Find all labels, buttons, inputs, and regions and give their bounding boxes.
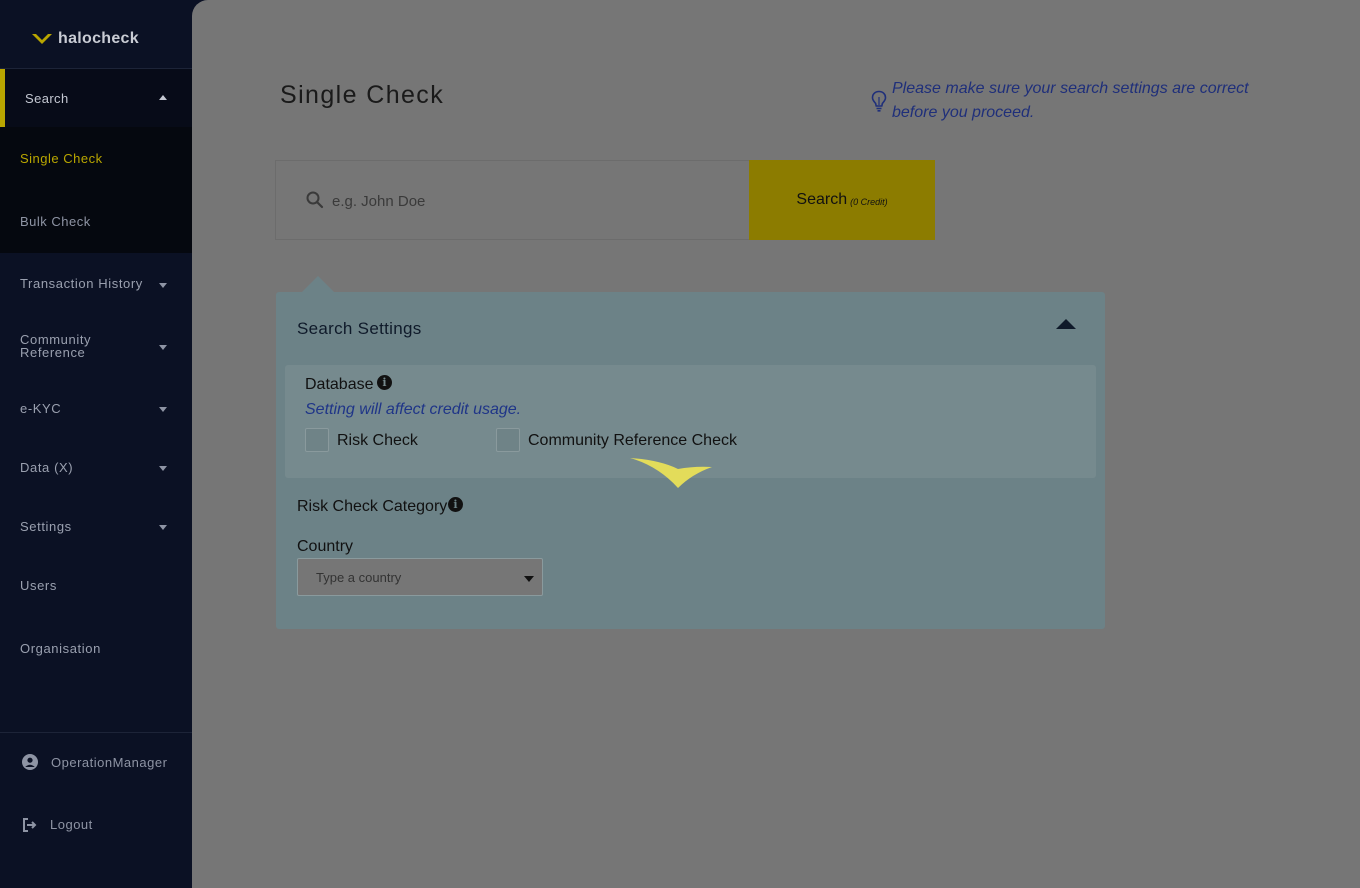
country-select[interactable]: Type a country xyxy=(297,558,543,596)
community-reference-check-checkbox[interactable] xyxy=(496,428,520,452)
logout-label: Logout xyxy=(50,817,93,832)
sidebar-item-label: Search xyxy=(25,91,69,106)
lightbulb-icon xyxy=(871,90,887,112)
sidebar-item-users[interactable]: Users xyxy=(20,579,57,592)
database-label: Database xyxy=(305,376,374,393)
logout-icon xyxy=(23,817,37,832)
sidebar-item-ekyc[interactable]: e-KYC xyxy=(20,402,61,415)
info-icon[interactable]: i xyxy=(448,497,463,512)
search-submenu: Single Check Bulk Check xyxy=(0,127,192,253)
brand-name: halocheck xyxy=(58,30,139,47)
search-button-label: Search xyxy=(796,191,848,208)
chevron-down-icon xyxy=(159,283,167,288)
main-content: Single Check Please make sure your searc… xyxy=(192,0,1360,888)
country-label: Country xyxy=(297,538,354,555)
page-title: Single Check xyxy=(280,81,445,109)
sidebar-item-settings[interactable]: Settings xyxy=(20,520,72,533)
search-button-credit: (0 Credit) xyxy=(850,197,888,207)
user-circle-icon xyxy=(22,754,38,770)
risk-check-label[interactable]: Risk Check xyxy=(337,432,418,450)
risk-check-checkbox[interactable] xyxy=(305,428,329,452)
search-button[interactable]: Search (0 Credit) xyxy=(749,160,935,240)
chevron-down-icon xyxy=(159,407,167,412)
sidebar-subitem-single-check[interactable]: Single Check xyxy=(20,151,103,166)
halo-pointer-icon xyxy=(630,458,712,488)
sidebar-item-search[interactable]: Search xyxy=(0,69,192,127)
collapse-toggle-icon[interactable] xyxy=(1056,319,1076,329)
sidebar-item-transaction-history[interactable]: Transaction History xyxy=(20,277,143,290)
sidebar-item-data-x[interactable]: Data (X) xyxy=(20,461,73,474)
search-icon xyxy=(306,191,324,209)
search-input[interactable] xyxy=(332,190,732,212)
sidebar: halocheck Search Single Check Bulk Check… xyxy=(0,0,192,888)
halo-logo-icon xyxy=(32,34,52,44)
chevron-down-icon xyxy=(159,345,167,350)
community-reference-check-label[interactable]: Community Reference Check xyxy=(528,432,737,450)
chevron-down-icon xyxy=(159,525,167,530)
logout-button[interactable]: Logout xyxy=(22,817,93,832)
sidebar-item-organisation[interactable]: Organisation xyxy=(20,642,101,655)
search-settings-title: Search Settings xyxy=(297,319,422,338)
credit-usage-note: Setting will affect credit usage. xyxy=(305,401,522,418)
user-name: OperationManager xyxy=(51,754,168,770)
user-profile[interactable]: OperationManager xyxy=(22,754,167,770)
active-indicator xyxy=(0,69,5,127)
sidebar-subitem-bulk-check[interactable]: Bulk Check xyxy=(20,214,91,229)
risk-check-category-label: Risk Check Category xyxy=(297,498,448,515)
chevron-down-icon xyxy=(524,576,534,582)
info-icon[interactable]: i xyxy=(377,375,392,390)
search-tip: Please make sure your search settings ar… xyxy=(892,80,1249,121)
sidebar-item-community-reference[interactable]: Community Reference xyxy=(20,333,91,359)
country-placeholder: Type a country xyxy=(316,570,402,585)
panel-pointer xyxy=(302,276,334,292)
chevron-up-icon xyxy=(159,95,167,100)
divider xyxy=(0,732,192,733)
halocheck-logo[interactable]: halocheck xyxy=(32,30,139,48)
chevron-down-icon xyxy=(159,466,167,471)
